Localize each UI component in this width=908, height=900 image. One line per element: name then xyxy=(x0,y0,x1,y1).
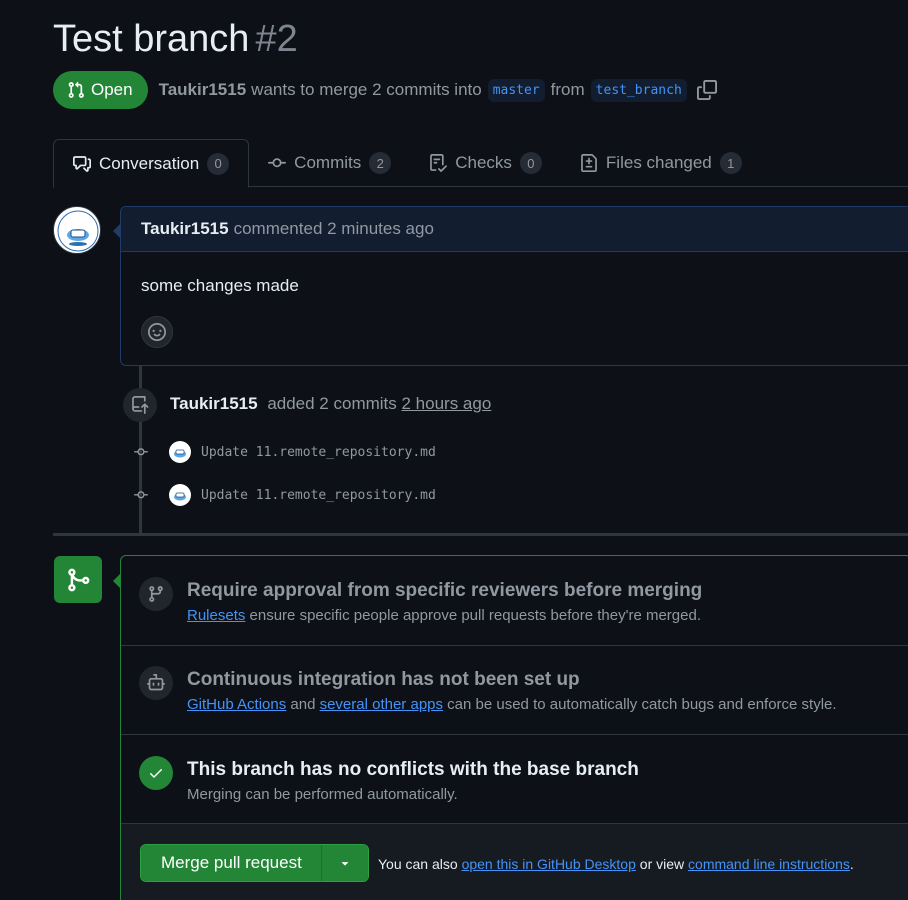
comment-body: some changes made xyxy=(141,276,299,295)
pr-tabs: Conversation 0 Commits 2 Checks 0 Files … xyxy=(53,139,908,188)
tab-conversation[interactable]: Conversation 0 xyxy=(53,139,250,188)
git-pull-request-icon xyxy=(68,81,84,98)
merge-pull-request-button[interactable]: Merge pull request xyxy=(141,845,321,881)
pr-title: Test branch xyxy=(53,18,250,60)
commits-event: Taukir1515 added 2 commits 2 hours ago xyxy=(170,394,491,414)
pr-meta: Open Taukir1515 wants to merge 2 commits… xyxy=(53,71,717,109)
commit-author-avatar[interactable] xyxy=(169,484,191,506)
timeline-divider xyxy=(53,533,908,536)
reviewers-section: Require approval from specific reviewers… xyxy=(121,556,908,646)
git-commit-icon xyxy=(268,158,287,168)
ci-section: Continuous integration has not been set … xyxy=(121,646,908,735)
rulesets-link[interactable]: Rulesets xyxy=(187,607,245,624)
copy-icon[interactable] xyxy=(696,80,717,100)
commit-row: Update 11.remote_repository.md xyxy=(130,483,436,507)
commit-row: Update 11.remote_repository.md xyxy=(130,440,436,464)
file-diff-icon xyxy=(581,154,597,172)
tab-counter: 1 xyxy=(719,152,742,174)
ci-title: Continuous integration has not been set … xyxy=(187,669,580,690)
event-author-link[interactable]: Taukir1515 xyxy=(170,394,258,413)
ci-desc-text: can be used to automatically catch bugs … xyxy=(447,696,837,713)
merge-button-group: Merge pull request xyxy=(140,844,369,882)
repo-push-icon xyxy=(123,388,157,422)
command-line-link[interactable]: command line instructions xyxy=(688,856,850,872)
conflicts-section: This branch has no conflicts with the ba… xyxy=(121,735,908,824)
merge-box: Require approval from specific reviewers… xyxy=(113,555,908,900)
merge-actions: Merge pull request You can also open thi… xyxy=(121,824,908,900)
comment-header: Taukir1515 commented 2 minutes ago xyxy=(121,207,908,252)
conflicts-title: This branch has no conflicts with the ba… xyxy=(187,759,639,780)
tab-counter: 0 xyxy=(519,152,542,174)
tab-label: Commits xyxy=(294,153,362,172)
git-merge-icon xyxy=(54,556,102,603)
pr-number: #2 xyxy=(255,18,298,60)
dependabot-icon xyxy=(139,666,173,700)
comment-discussion-icon xyxy=(73,155,91,172)
state-label: Open xyxy=(91,80,133,99)
smiley-icon xyxy=(148,323,166,341)
comment-author-link[interactable]: Taukir1515 xyxy=(141,219,229,239)
note-mid: or view xyxy=(639,856,685,872)
base-branch[interactable]: master xyxy=(487,78,545,102)
git-commit-icon xyxy=(130,445,152,459)
tab-label: Files changed xyxy=(605,153,712,172)
checklist-icon xyxy=(430,154,448,172)
avatar[interactable] xyxy=(53,206,101,254)
triangle-down-icon xyxy=(341,862,349,866)
github-actions-link[interactable]: GitHub Actions xyxy=(187,696,286,713)
tab-label: Conversation xyxy=(99,153,200,173)
event-time-link[interactable]: 2 hours ago xyxy=(402,394,492,413)
commit-message-link[interactable]: Update 11.remote_repository.md xyxy=(201,488,436,503)
state-badge: Open xyxy=(53,71,148,109)
comment-action: commented 2 minutes ago xyxy=(233,219,434,238)
note-prefix: You can also xyxy=(378,856,458,872)
conflicts-desc: Merging can be performed automatically. xyxy=(187,786,458,803)
check-icon xyxy=(139,756,173,790)
pr-author-link[interactable]: Taukir1515 xyxy=(159,80,247,100)
reviewers-desc: Rulesets ensure specific people approve … xyxy=(187,607,701,624)
tab-files-changed[interactable]: Files changed 1 xyxy=(561,139,761,187)
note-suffix: . xyxy=(849,856,854,872)
ci-desc: GitHub Actions and several other apps ca… xyxy=(187,696,837,713)
merge-method-dropdown[interactable] xyxy=(320,845,368,881)
head-branch[interactable]: test_branch xyxy=(590,78,687,102)
tab-label: Checks xyxy=(455,153,512,172)
git-commit-icon xyxy=(130,488,152,502)
tab-counter: 0 xyxy=(207,152,230,175)
reviewers-title: Require approval from specific reviewers… xyxy=(187,580,703,601)
commit-message-link[interactable]: Update 11.remote_repository.md xyxy=(201,445,436,460)
commit-author-avatar[interactable] xyxy=(169,441,191,463)
tab-commits[interactable]: Commits 2 xyxy=(249,139,410,187)
add-reaction-button[interactable] xyxy=(141,316,173,348)
from-text: from xyxy=(550,80,585,99)
comment-box: Taukir1515 commented 2 minutes ago some … xyxy=(113,206,908,366)
ci-and-text: and xyxy=(290,696,316,713)
tab-checks[interactable]: Checks 0 xyxy=(410,139,561,187)
tab-counter: 2 xyxy=(369,152,392,174)
reviewers-desc-text: ensure specific people approve pull requ… xyxy=(249,607,701,624)
open-desktop-link[interactable]: open this in GitHub Desktop xyxy=(462,856,636,872)
other-apps-link[interactable]: several other apps xyxy=(320,696,443,713)
merge-text: wants to merge 2 commits into xyxy=(251,80,482,99)
merge-alternatives-note: You can also open this in GitHub Desktop… xyxy=(378,856,854,872)
event-action: added 2 commits xyxy=(267,394,397,413)
git-branch-icon xyxy=(139,577,173,611)
pr-title-heading: Test branch #2 xyxy=(53,18,298,61)
